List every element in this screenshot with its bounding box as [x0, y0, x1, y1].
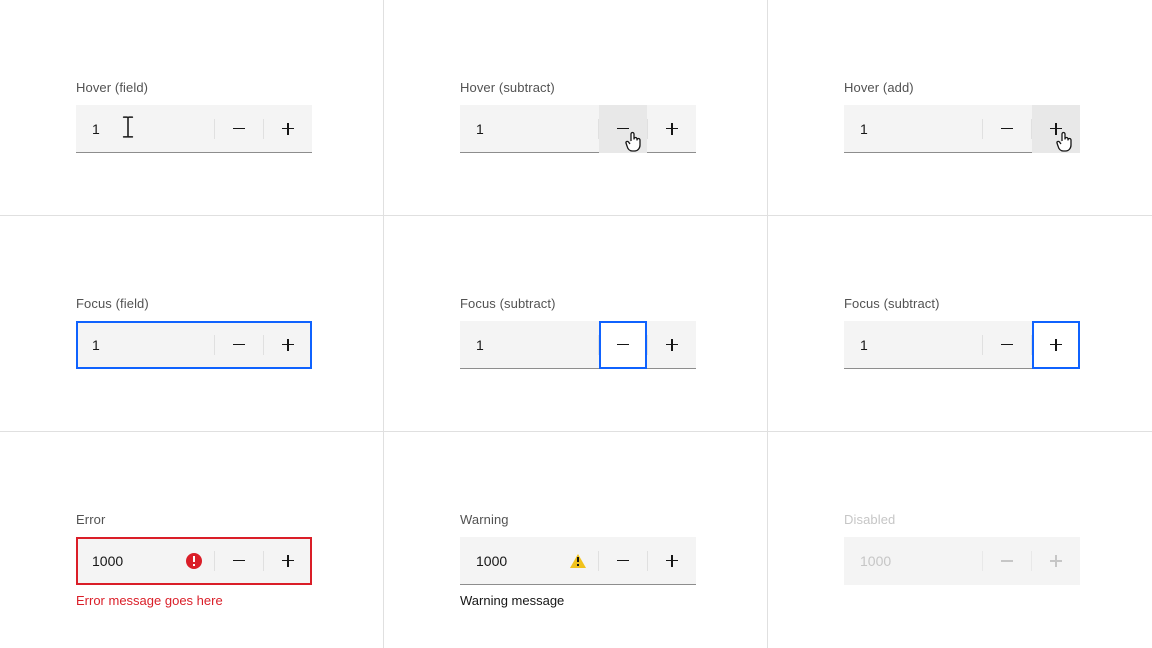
add-button[interactable]	[1032, 321, 1080, 369]
error-icon	[184, 551, 204, 571]
subtract-button[interactable]	[983, 321, 1031, 369]
subtract-button[interactable]	[599, 537, 647, 585]
number-input: 1	[844, 321, 1080, 369]
cell-focus-field: Focus (field) 1	[0, 216, 384, 432]
state-label: Hover (add)	[844, 80, 1076, 95]
number-input: 1	[460, 105, 696, 153]
number-input-value[interactable]: 1	[844, 337, 982, 353]
cell-warning: Warning 1000 Warning message	[384, 432, 768, 648]
number-input: 1000	[844, 537, 1080, 585]
add-button[interactable]	[648, 537, 696, 585]
add-button	[1032, 537, 1080, 585]
add-button[interactable]	[264, 537, 312, 585]
number-input-states-grid: Hover (field) 1 Hover (subtract) 1 Hover…	[0, 0, 1152, 648]
subtract-button[interactable]	[215, 321, 263, 369]
number-input: 1000	[76, 537, 312, 585]
state-label: Focus (subtract)	[460, 296, 691, 311]
state-label: Focus (field)	[76, 296, 307, 311]
number-input-value[interactable]: 1	[76, 337, 214, 353]
cell-hover-subtract: Hover (subtract) 1	[384, 0, 768, 216]
number-input: 1	[460, 321, 696, 369]
add-button[interactable]	[264, 105, 312, 153]
subtract-button[interactable]	[599, 321, 647, 369]
number-input: 1	[844, 105, 1080, 153]
number-input-value[interactable]: 1	[460, 121, 598, 137]
cell-hover-field: Hover (field) 1	[0, 0, 384, 216]
cell-focus-add: Focus (subtract) 1	[768, 216, 1152, 432]
cell-error: Error 1000 Error message goes here	[0, 432, 384, 648]
number-input-value[interactable]: 1000	[76, 553, 184, 569]
error-message: Error message goes here	[76, 593, 307, 608]
number-input-value[interactable]: 1000	[460, 553, 568, 569]
state-label: Warning	[460, 512, 691, 527]
number-input-value: 1000	[844, 553, 982, 569]
cell-hover-add: Hover (add) 1	[768, 0, 1152, 216]
warning-icon	[568, 551, 588, 571]
state-label: Error	[76, 512, 307, 527]
number-input-value[interactable]: 1	[76, 121, 214, 137]
subtract-button[interactable]	[983, 105, 1031, 153]
state-label: Hover (field)	[76, 80, 307, 95]
cell-focus-subtract: Focus (subtract) 1	[384, 216, 768, 432]
number-input-value[interactable]: 1	[844, 121, 982, 137]
subtract-button[interactable]	[215, 105, 263, 153]
state-label: Focus (subtract)	[844, 296, 1076, 311]
subtract-button	[983, 537, 1031, 585]
cell-disabled: Disabled 1000	[768, 432, 1152, 648]
state-label: Disabled	[844, 512, 1076, 527]
number-input: 1	[76, 105, 312, 153]
add-button[interactable]	[264, 321, 312, 369]
number-input: 1000	[460, 537, 696, 585]
add-button[interactable]	[648, 105, 696, 153]
subtract-button[interactable]	[599, 105, 647, 153]
state-label: Hover (subtract)	[460, 80, 691, 95]
warning-message: Warning message	[460, 593, 691, 608]
add-button[interactable]	[1032, 105, 1080, 153]
number-input-value[interactable]: 1	[460, 337, 598, 353]
number-input: 1	[76, 321, 312, 369]
add-button[interactable]	[648, 321, 696, 369]
subtract-button[interactable]	[215, 537, 263, 585]
